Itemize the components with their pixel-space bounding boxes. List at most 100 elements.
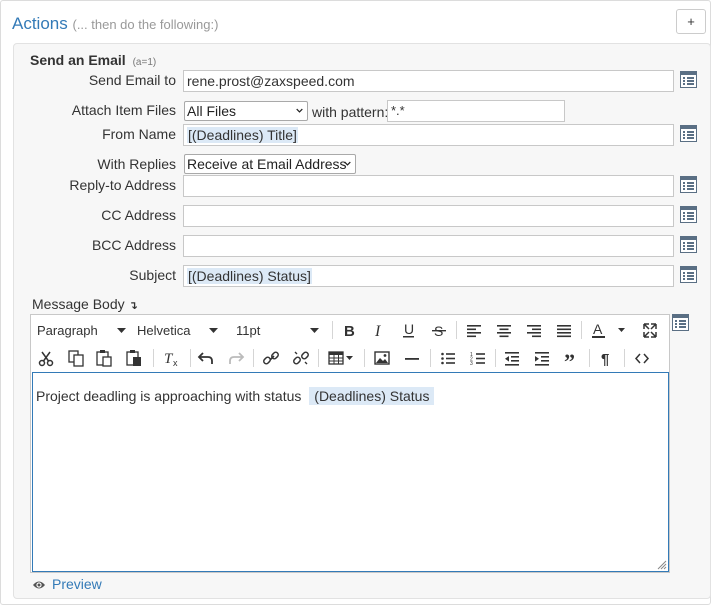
align-center-icon[interactable] <box>495 320 513 340</box>
svg-text:U: U <box>404 321 414 337</box>
send-to-field[interactable]: rene.prost@zaxspeed.com <box>183 70 674 92</box>
message-body-picker-icon[interactable] <box>672 314 689 331</box>
message-body-content: Project deadling is approaching with sta… <box>36 387 435 405</box>
outdent-icon[interactable] <box>503 348 521 368</box>
redo-icon[interactable] <box>227 348 245 368</box>
attach-files-value: All Files <box>187 103 237 119</box>
message-body-editor[interactable]: Project deadling is approaching with sta… <box>32 372 669 572</box>
from-name-token: [(Deadlines) Title] <box>187 127 298 143</box>
copy-icon[interactable] <box>67 348 85 368</box>
source-code-icon[interactable] <box>633 348 651 368</box>
subject-picker-icon[interactable] <box>680 266 697 283</box>
pattern-label: with pattern: <box>312 104 389 120</box>
reply-to-picker-icon[interactable] <box>680 176 697 193</box>
align-right-icon[interactable] <box>525 320 543 340</box>
toolbar-divider <box>624 349 625 367</box>
from-name-field[interactable]: [(Deadlines) Title] <box>183 124 674 146</box>
bold-icon[interactable]: B <box>340 320 358 340</box>
svg-text:I: I <box>374 323 381 340</box>
toolbar-divider <box>495 349 496 367</box>
font-size-dropdown[interactable]: 11pt <box>236 323 322 343</box>
unlink-icon[interactable] <box>292 348 310 368</box>
message-body-text: Project deadling is approaching with sta… <box>36 388 302 404</box>
toolbar-divider <box>153 349 154 367</box>
strikethrough-icon[interactable]: S <box>430 320 448 340</box>
send-email-panel: Send an Email (a=1) Send Email to rene.p… <box>13 43 711 599</box>
from-name-picker-icon[interactable] <box>680 125 697 142</box>
message-body-marker: ↴ <box>128 300 138 312</box>
font-size-dropdown-value: 11pt <box>236 323 261 338</box>
italic-icon[interactable]: I <box>370 320 388 340</box>
chevron-down-icon <box>344 161 351 166</box>
image-icon[interactable] <box>373 348 391 368</box>
section-title: Send an Email (a=1) <box>30 52 156 68</box>
send-to-label: Send Email to <box>88 72 176 88</box>
toolbar-divider <box>253 349 254 367</box>
clear-format-icon[interactable]: Tx <box>162 348 182 368</box>
link-icon[interactable] <box>262 348 280 368</box>
svg-text:¶: ¶ <box>601 351 609 368</box>
text-color-icon[interactable]: A <box>590 320 626 340</box>
toolbar-divider <box>581 321 582 339</box>
send-to-picker-icon[interactable] <box>680 71 697 88</box>
caret-down-icon <box>310 328 319 333</box>
preview-link[interactable]: Preview <box>32 576 102 592</box>
paragraph-mark-icon[interactable]: ¶ <box>598 348 616 368</box>
bcc-label: BCC Address <box>91 237 176 253</box>
subject-token: [(Deadlines) Status] <box>187 268 312 284</box>
resize-handle-icon[interactable] <box>657 560 667 570</box>
attach-files-label: Attach Item Files <box>71 102 176 118</box>
toolbar-divider <box>190 349 191 367</box>
from-name-label: From Name <box>102 126 176 142</box>
svg-text:B: B <box>344 323 355 340</box>
section-title-text: Send an Email <box>30 52 126 68</box>
attach-files-select[interactable]: All Files <box>184 101 308 121</box>
toolbar-divider <box>318 349 319 367</box>
paste-icon[interactable] <box>95 348 113 368</box>
table-icon[interactable] <box>327 348 357 368</box>
with-replies-label: With Replies <box>97 156 176 172</box>
caret-down-icon <box>209 328 218 333</box>
blockquote-icon[interactable]: ” <box>563 348 581 368</box>
message-body-label-text: Message Body <box>32 296 125 312</box>
bullet-list-icon[interactable] <box>439 348 457 368</box>
with-replies-value: Receive at Email Address <box>187 156 347 172</box>
numbered-list-icon[interactable]: 123 <box>469 348 487 368</box>
fullscreen-icon[interactable] <box>641 320 659 340</box>
align-justify-icon[interactable] <box>555 320 573 340</box>
align-left-icon[interactable] <box>465 320 483 340</box>
reply-to-field[interactable] <box>183 175 674 197</box>
underline-icon[interactable]: U <box>400 320 418 340</box>
cc-field[interactable] <box>183 205 674 227</box>
font-dropdown[interactable]: Helvetica <box>137 323 227 343</box>
undo-icon[interactable] <box>197 348 215 368</box>
actions-card: Actions (... then do the following:) + S… <box>0 0 711 605</box>
reply-to-label: Reply-to Address <box>69 177 176 193</box>
cc-picker-icon[interactable] <box>680 206 697 223</box>
toolbar-divider <box>456 321 457 339</box>
with-replies-select[interactable]: Receive at Email Address <box>184 154 356 174</box>
indent-icon[interactable] <box>533 348 551 368</box>
subject-field[interactable]: [(Deadlines) Status] <box>183 265 674 287</box>
toolbar-divider <box>589 349 590 367</box>
svg-text:3: 3 <box>470 361 473 367</box>
editor-toolbar-row-1: Paragraph Helvetica 11pt B I U S A <box>31 316 669 344</box>
horizontal-rule-icon[interactable] <box>403 348 421 368</box>
cc-label: CC Address <box>101 207 176 223</box>
section-index: (a=1) <box>132 57 157 68</box>
caret-down-icon <box>117 328 126 333</box>
paste-text-icon[interactable] <box>125 348 143 368</box>
toolbar-divider <box>364 349 365 367</box>
chevron-down-icon <box>296 108 303 113</box>
format-dropdown-value: Paragraph <box>37 323 98 338</box>
add-action-button[interactable]: + <box>676 9 706 34</box>
actions-subtitle: (... then do the following:) <box>72 17 219 32</box>
pattern-field[interactable]: *.* <box>387 100 565 122</box>
actions-title: Actions <box>12 14 68 33</box>
cut-icon[interactable] <box>37 348 55 368</box>
bcc-picker-icon[interactable] <box>680 236 697 253</box>
bcc-field[interactable] <box>183 235 674 257</box>
font-dropdown-value: Helvetica <box>137 323 191 338</box>
format-dropdown[interactable]: Paragraph <box>37 323 129 343</box>
eye-icon <box>33 581 45 589</box>
